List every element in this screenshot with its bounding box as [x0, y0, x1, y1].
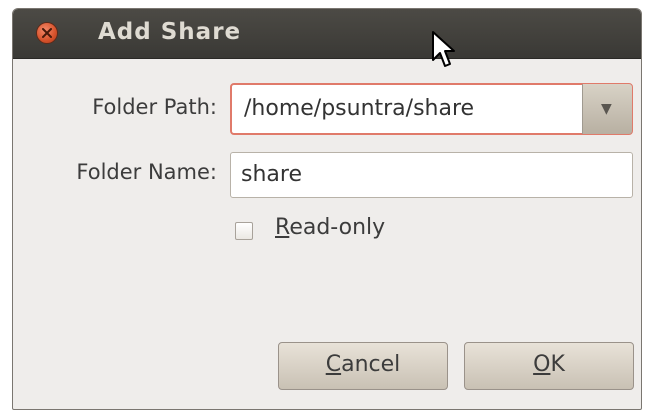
- folder-name-label: Folder Name:: [76, 160, 217, 184]
- read-only-mnemonic: R: [275, 215, 290, 240]
- chevron-down-icon: ▼: [601, 101, 612, 117]
- cancel-label-text: ancel: [341, 352, 401, 377]
- close-button[interactable]: [36, 22, 58, 44]
- folder-name-field[interactable]: share: [230, 152, 633, 198]
- read-only-label-text: ead-only: [289, 215, 386, 240]
- folder-path-dropdown-button[interactable]: ▼: [582, 84, 632, 134]
- title-bar[interactable]: Add Share: [13, 9, 641, 59]
- folder-path-value[interactable]: /home/psuntra/share: [244, 96, 474, 121]
- cancel-mnemonic: C: [325, 352, 342, 377]
- cancel-button[interactable]: Cancel: [278, 342, 448, 390]
- close-icon: [42, 28, 52, 38]
- folder-path-combo[interactable]: /home/psuntra/share ▼: [230, 83, 633, 135]
- read-only-checkbox[interactable]: [235, 222, 253, 240]
- mouse-pointer-icon: [432, 31, 455, 67]
- folder-path-label: Folder Path:: [92, 95, 217, 119]
- dialog-title: Add Share: [98, 19, 242, 45]
- add-share-dialog: Add Share Folder Path: /home/psuntra/sha…: [12, 8, 642, 410]
- ok-button[interactable]: OK: [464, 342, 634, 390]
- ok-label-text: K: [550, 352, 565, 377]
- read-only-label[interactable]: Read-only: [275, 215, 385, 240]
- folder-name-value[interactable]: share: [241, 162, 302, 187]
- ok-mnemonic: O: [533, 352, 551, 377]
